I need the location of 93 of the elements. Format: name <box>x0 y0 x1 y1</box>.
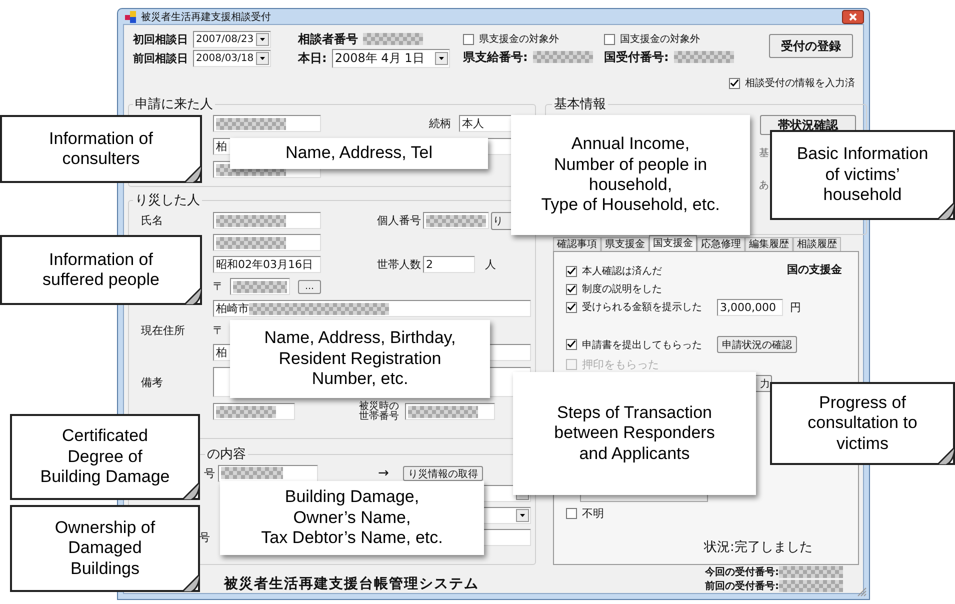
amount-field[interactable]: 3,000,000 <box>717 298 783 316</box>
callout-tooltip: Basic Information of victims’ household <box>770 130 955 220</box>
input-field[interactable] <box>213 403 295 420</box>
fetch-button[interactable]: り災情報の取得 <box>402 466 483 480</box>
input-field[interactable] <box>213 212 321 229</box>
input-field[interactable] <box>230 278 290 295</box>
field-label: 世帯人数 <box>377 257 422 272</box>
input-field[interactable] <box>218 464 318 482</box>
tab[interactable]: 応急修理 <box>697 237 745 251</box>
unit-label: 円 <box>790 300 801 314</box>
field-label: 相談者番号 <box>298 30 358 48</box>
postal-search-button[interactable]: … <box>298 280 321 294</box>
date-dropdown[interactable]: 2007/08/23 <box>193 30 271 48</box>
resize-grip-icon[interactable] <box>856 586 867 597</box>
group-title: 申請に来た人 <box>134 96 214 113</box>
status-text: 状況:完了しました <box>704 539 814 556</box>
field-label: 基 <box>759 146 769 160</box>
input-field[interactable] <box>405 403 495 420</box>
folded-corner-icon <box>184 287 202 305</box>
checkbox-label: 国支援金の対象外 <box>620 32 700 46</box>
field-label: あ <box>759 179 769 192</box>
field-label: 号 <box>198 530 211 545</box>
panel-heading: 国の支援金 <box>787 262 842 277</box>
callout-tooltip: Certificated Degree of Building Damage <box>10 414 200 500</box>
tab[interactable]: 国支援金 <box>649 235 697 251</box>
unit-label: 人 <box>485 257 496 272</box>
group-title: の内容 <box>206 446 247 463</box>
input-field[interactable] <box>213 234 321 251</box>
folded-corner-icon <box>182 574 200 592</box>
checkbox[interactable] <box>463 34 474 44</box>
register-button[interactable]: 受付の登録 <box>769 34 853 58</box>
checkbox-label: 受けられる金額を提示した <box>582 300 703 314</box>
field-label: 続柄 <box>429 116 451 131</box>
callout-tooltip: Ownership of Damaged Buildings <box>10 505 200 592</box>
checkbox[interactable] <box>566 508 577 518</box>
callout-tooltip: Information of consulters <box>0 115 202 183</box>
checkbox[interactable] <box>566 266 577 276</box>
callout-tooltip: Name, Address, Tel <box>230 138 488 169</box>
app-icon <box>125 10 137 22</box>
field-label: 前回相談日 <box>133 50 188 66</box>
callout-tooltip: Steps of Transaction between Responders and Applicants <box>513 372 756 495</box>
field-label: 国受付番号: <box>604 48 669 66</box>
tab[interactable]: 編集履歴 <box>745 237 793 251</box>
checkbox[interactable] <box>566 339 577 350</box>
folded-corner-icon <box>184 165 202 183</box>
checkbox[interactable] <box>566 302 577 312</box>
date-dropdown[interactable]: 2008年 4月 1日 <box>332 48 450 68</box>
group-title: り災した人 <box>134 192 201 209</box>
folded-corner-icon <box>937 447 955 465</box>
input-field[interactable]: 昭和02年03月16日 <box>213 256 321 273</box>
checkbox-label: 不明 <box>582 506 604 520</box>
callout-tooltip: Information of suffered people <box>0 235 202 305</box>
callout-tooltip: Name, Address, Birthday, Resident Registration Number, etc. <box>230 320 490 398</box>
field-label: 本日: <box>298 50 327 66</box>
checkbox-label: 相談受付の情報を入力済 <box>745 76 855 90</box>
field-label: 前回の受付番号: <box>705 580 779 593</box>
date-dropdown[interactable]: 2008/03/18 <box>193 50 271 66</box>
field-label: 氏名 <box>141 213 164 228</box>
field-label: 個人番号 <box>377 213 422 228</box>
postal-mark: 〒 <box>213 323 224 338</box>
folded-corner-icon <box>937 202 955 220</box>
checkbox-label: 制度の説明をした <box>582 282 663 296</box>
field-label: 県支給番号: <box>463 48 528 66</box>
checkbox-label: 県支援金の対象外 <box>479 32 559 46</box>
checkbox[interactable] <box>729 78 740 88</box>
input-field[interactable]: 柏崎市 <box>213 300 531 317</box>
callout-tooltip: Progress of consultation to victims <box>770 382 955 465</box>
callout-tooltip: Annual Income, Number of people in household, Type of Household, etc. <box>511 115 750 235</box>
tab[interactable]: 確認事項 <box>553 237 601 251</box>
input-field[interactable]: 2 <box>423 256 475 273</box>
checkbox-label: 押印をもらった <box>582 356 659 372</box>
field-label: 今回の受付番号: <box>705 566 779 579</box>
checkbox[interactable] <box>566 284 577 294</box>
folded-corner-icon <box>182 482 200 500</box>
callout-tooltip: Building Damage, Owner’s Name, Tax Debtor’s Name, etc. <box>220 481 484 555</box>
input-field[interactable] <box>213 115 321 132</box>
input-field[interactable] <box>423 212 489 229</box>
tab[interactable]: 相談履歴 <box>793 237 841 251</box>
field-label: 初回相談日 <box>133 32 188 46</box>
close-icon[interactable] <box>842 10 864 24</box>
window-title: 被災者生活再建支援相談受付 <box>141 10 272 24</box>
system-title: 被災者生活再建支援台帳管理システム <box>224 575 480 593</box>
group-title: 基本情報 <box>553 96 607 113</box>
field-label: 現在住所 <box>141 323 186 338</box>
status-button[interactable]: 申請状況の確認 <box>717 336 797 353</box>
field-label: 備考 <box>141 374 164 390</box>
checkbox-label: 申請書を提出してもらった <box>582 338 703 352</box>
arrow-label: → <box>378 466 389 480</box>
tab[interactable]: 県支援金 <box>601 237 649 251</box>
postal-mark: 〒 <box>213 279 224 294</box>
checkbox[interactable] <box>604 34 615 44</box>
field-label: 被災時の 世帯番号 <box>359 402 399 422</box>
checkbox-label: 本人確認は済んだ <box>582 264 663 278</box>
